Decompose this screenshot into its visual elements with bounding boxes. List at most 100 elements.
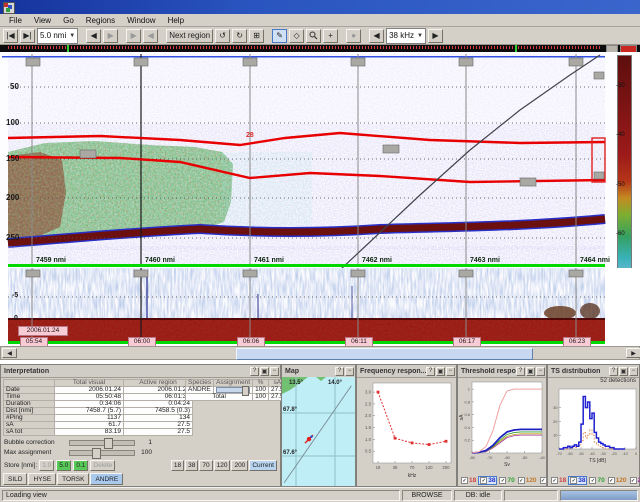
max-assignment-slider[interactable] — [69, 450, 135, 456]
current-button[interactable]: Current — [249, 460, 277, 471]
minimize-icon[interactable]: − — [629, 367, 638, 376]
distance-label: 7461 nmi — [254, 257, 284, 264]
freq-18-button[interactable]: 18 — [171, 460, 184, 471]
detach-icon[interactable]: ▣ — [619, 367, 628, 376]
step-first-button[interactable]: |◀ — [3, 29, 18, 43]
next-region-button[interactable]: Next region — [166, 29, 213, 43]
date-label: 2006.01.24 — [18, 326, 68, 336]
tab-hyse[interactable]: HYSE — [28, 473, 56, 485]
store-5.0-button[interactable]: 5.0 — [56, 460, 71, 471]
help-icon[interactable]: ? — [250, 367, 259, 376]
detach-icon[interactable]: ▣ — [260, 367, 269, 376]
svg-text:-40: -40 — [589, 452, 595, 456]
freq-200-checkbox[interactable]: ✓200 — [629, 477, 640, 484]
page-back-button[interactable]: ◀ — [86, 29, 101, 43]
menu-help[interactable]: Help — [163, 16, 189, 25]
threshold-frequency-checkboxes: ✓18 ✓38 ✓70 ✓120 ✓200 — [460, 476, 559, 485]
minimize-icon[interactable]: − — [446, 367, 455, 376]
freq-70-checkbox[interactable]: ✓70 — [588, 477, 605, 484]
tab-andre[interactable]: ANDRE — [90, 473, 123, 485]
event-tick — [515, 45, 517, 52]
record-icon[interactable]: ● — [346, 29, 361, 43]
rel-depth-tick: 0 — [14, 315, 18, 322]
svg-text:0.5: 0.5 — [365, 449, 372, 454]
jump-back-button[interactable]: ◀ — [143, 29, 158, 43]
detections-count: 52 detections — [600, 378, 636, 384]
freq-70-checkbox[interactable]: ✓70 — [498, 477, 515, 484]
delete-button[interactable]: Delete — [90, 460, 115, 471]
jump-forward-button[interactable]: ▶ — [126, 29, 141, 43]
minimize-icon[interactable]: − — [536, 367, 545, 376]
freq-120-button[interactable]: 120 — [214, 460, 231, 471]
depth-tick-200: 200 — [6, 193, 19, 202]
draw-tool-button[interactable]: ✎ — [272, 29, 287, 43]
scroll-left-button[interactable]: ◀ — [2, 348, 17, 358]
map-plot[interactable]: 13.5° 14.0° 67.8° 67.6° — [282, 377, 355, 486]
scroll-right-button[interactable]: ▶ — [626, 348, 640, 358]
freq-120-checkbox[interactable]: ✓120 — [517, 477, 538, 484]
depth-tick-100: 100 — [6, 118, 19, 127]
ts-frequency-checkboxes: ✓18 ✓38 ✓70 ✓120 ✓200 — [550, 476, 640, 485]
frequency-combo[interactable]: 38 kHz▼ — [386, 28, 426, 44]
panel-title: Threshold response — [458, 368, 516, 375]
freq-70-button[interactable]: 70 — [199, 460, 212, 471]
horizontal-scrollbar[interactable]: ◀ ▶ — [0, 346, 640, 360]
refresh-left-icon[interactable]: ↺ — [215, 29, 230, 43]
layer-id-label: 28 — [246, 132, 254, 139]
zoom-tool-button[interactable] — [306, 29, 321, 43]
species-tabs: SILD HYSE TORSK ANDRE — [3, 473, 123, 485]
help-icon[interactable]: ? — [609, 367, 618, 376]
crosshair-tool-button[interactable]: + — [323, 29, 338, 43]
help-icon[interactable]: ? — [426, 367, 435, 376]
store-1.0-button[interactable]: 1.0 — [39, 460, 54, 471]
freq-38-checkbox[interactable]: ✓38 — [478, 476, 497, 485]
store-label: Store [nmi]: — [4, 462, 37, 469]
scrollbar-thumb[interactable] — [236, 348, 533, 360]
freq-38-button[interactable]: 38 — [185, 460, 198, 471]
svg-text:-80: -80 — [469, 455, 476, 460]
freq-next-button[interactable]: ▶ — [428, 29, 443, 43]
bottom-echogram[interactable] — [0, 268, 640, 345]
freq-200-button[interactable]: 200 — [231, 460, 248, 471]
tab-torsk[interactable]: TORSK — [57, 473, 89, 485]
menu-window[interactable]: Window — [122, 16, 160, 25]
svg-text:TS [dB]: TS [dB] — [589, 458, 606, 464]
bubble-correction-slider[interactable] — [69, 440, 135, 446]
detach-icon[interactable]: ▣ — [526, 367, 535, 376]
svg-text:0.6: 0.6 — [464, 412, 470, 417]
main-echogram[interactable] — [0, 52, 640, 268]
tab-sild[interactable]: SILD — [3, 473, 27, 485]
svg-text:1.5: 1.5 — [365, 425, 372, 430]
svg-text:kHz: kHz — [408, 473, 417, 479]
refresh-right-icon[interactable]: ↻ — [232, 29, 247, 43]
menu-go[interactable]: Go — [58, 16, 79, 25]
menu-file[interactable]: File — [4, 16, 27, 25]
menu-view[interactable]: View — [29, 16, 56, 25]
freq-18-checkbox[interactable]: ✓18 — [460, 477, 477, 484]
layers-icon[interactable]: ⊞ — [249, 29, 264, 43]
freq-prev-button[interactable]: ◀ — [369, 29, 384, 43]
threshold-response-panel: Threshold response ? ▣ − 0.20.40.60.81-8… — [457, 364, 547, 487]
db-status: DB: idle — [454, 490, 502, 501]
menu-regions[interactable]: Regions — [81, 16, 120, 25]
lon-label: 14.0° — [328, 380, 343, 386]
assignment-slider[interactable] — [214, 387, 253, 394]
erase-tool-button[interactable]: ◇ — [289, 29, 304, 43]
page-forward-button[interactable]: ▶ — [103, 29, 118, 43]
minimize-icon[interactable]: − — [270, 367, 279, 376]
freq-18-checkbox[interactable]: ✓18 — [550, 477, 567, 484]
step-last-button[interactable]: ▶| — [20, 29, 35, 43]
lon-label: 13.5° — [289, 380, 304, 386]
help-icon[interactable]: ? — [335, 367, 344, 376]
status-spare-cell — [504, 490, 558, 501]
store-0.1-button[interactable]: 0.1 — [73, 460, 88, 471]
detach-icon[interactable]: ▣ — [436, 367, 445, 376]
bubble-correction-row: Bubble correction 1 — [4, 439, 152, 446]
range-combo[interactable]: 5.0 nmi▼ — [37, 28, 78, 44]
freq-120-checkbox[interactable]: ✓120 — [607, 477, 628, 484]
minimize-icon[interactable]: − — [345, 367, 354, 376]
help-icon[interactable]: ? — [516, 367, 525, 376]
freq-38-checkbox[interactable]: ✓38 — [568, 476, 587, 485]
rel-depth-tick: -5 — [12, 292, 18, 299]
svg-text:-70: -70 — [556, 452, 562, 456]
